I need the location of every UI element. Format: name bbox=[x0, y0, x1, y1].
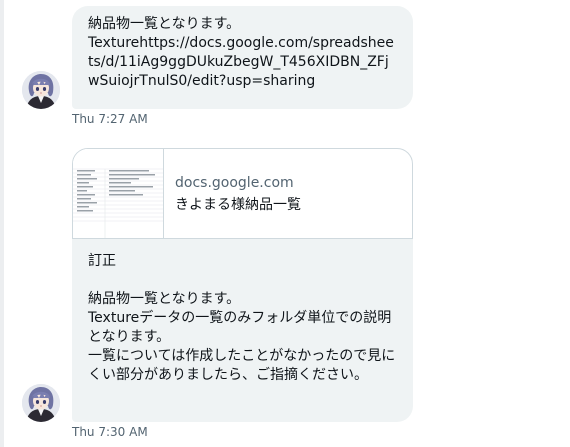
message-timestamp: Thu 7:30 AM bbox=[72, 425, 148, 439]
link-domain: docs.google.com bbox=[175, 175, 294, 191]
message-bubble[interactable]: 訂正 納品物一覧となります。 Textureデータの一覧のみフォルダ単位での説明… bbox=[72, 239, 413, 422]
spreadsheet-thumbnail-icon bbox=[73, 149, 163, 238]
divider bbox=[0, 0, 4, 447]
link-title: きよまる様納品一覧 bbox=[175, 197, 301, 213]
sender-avatar[interactable] bbox=[22, 384, 60, 422]
avatar-icon bbox=[22, 71, 60, 109]
message-timestamp: Thu 7:27 AM bbox=[72, 112, 148, 126]
avatar-icon bbox=[22, 384, 60, 422]
dm-conversation: 納品物一覧となります。 Texturehttps://docs.google.c… bbox=[0, 0, 570, 447]
sender-avatar[interactable] bbox=[22, 71, 60, 109]
message-bubble[interactable]: 納品物一覧となります。 Texturehttps://docs.google.c… bbox=[72, 6, 413, 109]
link-preview-card[interactable]: docs.google.com きよまる様納品一覧 bbox=[72, 148, 413, 239]
link-thumbnail bbox=[73, 149, 164, 238]
